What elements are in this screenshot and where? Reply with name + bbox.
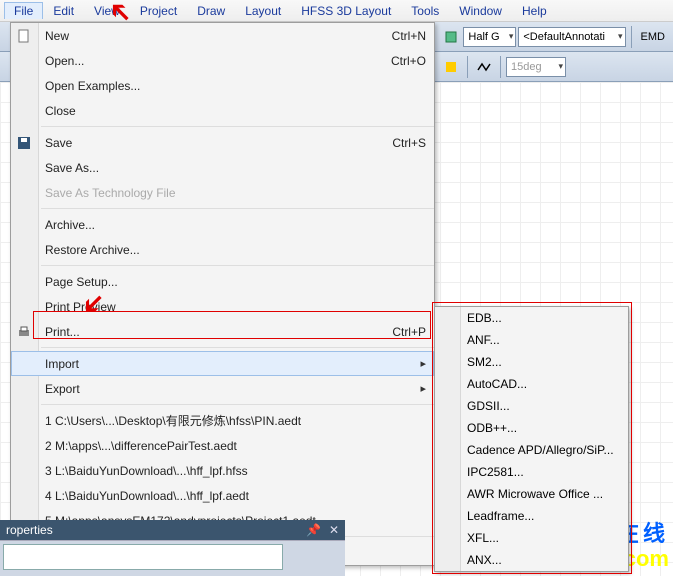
menu-tools[interactable]: Tools [401, 2, 449, 20]
print-icon [16, 324, 32, 340]
file-mru-3[interactable]: 3 L:\BaiduYunDownload\...\hff_lpf.hfss [11, 458, 434, 483]
menu-help[interactable]: Help [512, 2, 557, 20]
file-open[interactable]: Open...Ctrl+O [11, 48, 434, 73]
file-mru-2[interactable]: 2 M:\apps\...\differencePairTest.aedt [11, 433, 434, 458]
file-new[interactable]: NewCtrl+N [11, 23, 434, 48]
menubar: File Edit View Project Draw Layout HFSS … [0, 0, 673, 22]
file-menu-dropdown: NewCtrl+N Open...Ctrl+O Open Examples...… [10, 22, 435, 566]
toggle-wave-icon[interactable] [473, 56, 495, 78]
menu-hfss3dlayout[interactable]: HFSS 3D Layout [291, 2, 401, 20]
menu-window[interactable]: Window [449, 2, 512, 20]
file-restore-archive[interactable]: Restore Archive... [11, 237, 434, 262]
menu-project[interactable]: Project [130, 2, 187, 20]
properties-panel-header[interactable]: roperties 📌 ✕ [0, 520, 345, 540]
close-icon[interactable]: ✕ [329, 523, 339, 537]
combo-angle[interactable]: 15deg [506, 57, 566, 77]
toggle-fill-icon[interactable] [440, 56, 462, 78]
tool-icon-a[interactable] [440, 26, 461, 48]
menu-draw[interactable]: Draw [187, 2, 235, 20]
file-export[interactable]: Export [11, 376, 434, 401]
file-mru-1[interactable]: 1 C:\Users\...\Desktop\有限元修炼\hfss\PIN.ae… [11, 408, 434, 433]
file-import[interactable]: Import [11, 351, 434, 376]
properties-tabs[interactable] [3, 544, 283, 570]
file-save-tech: Save As Technology File [11, 180, 434, 205]
file-save[interactable]: SaveCtrl+S [11, 130, 434, 155]
menu-layout[interactable]: Layout [235, 2, 291, 20]
menu-file[interactable]: File [4, 2, 43, 19]
file-archive[interactable]: Archive... [11, 212, 434, 237]
file-open-examples[interactable]: Open Examples... [11, 73, 434, 98]
btn-emd[interactable]: EMD [637, 31, 669, 43]
new-icon [16, 28, 32, 44]
properties-title: roperties [6, 523, 53, 537]
file-mru-4[interactable]: 4 L:\BaiduYunDownload\...\hff_lpf.aedt [11, 483, 434, 508]
save-icon [16, 135, 32, 151]
combo-annotation[interactable]: <DefaultAnnotati [518, 27, 625, 47]
file-page-setup[interactable]: Page Setup... [11, 269, 434, 294]
file-close[interactable]: Close [11, 98, 434, 123]
file-save-as[interactable]: Save As... [11, 155, 434, 180]
menu-edit[interactable]: Edit [43, 2, 84, 20]
combo-half-g[interactable]: Half G [463, 27, 516, 47]
pin-icon[interactable]: 📌 [306, 523, 321, 537]
properties-panel-body [0, 540, 345, 576]
annotation-box-submenu [432, 302, 632, 574]
